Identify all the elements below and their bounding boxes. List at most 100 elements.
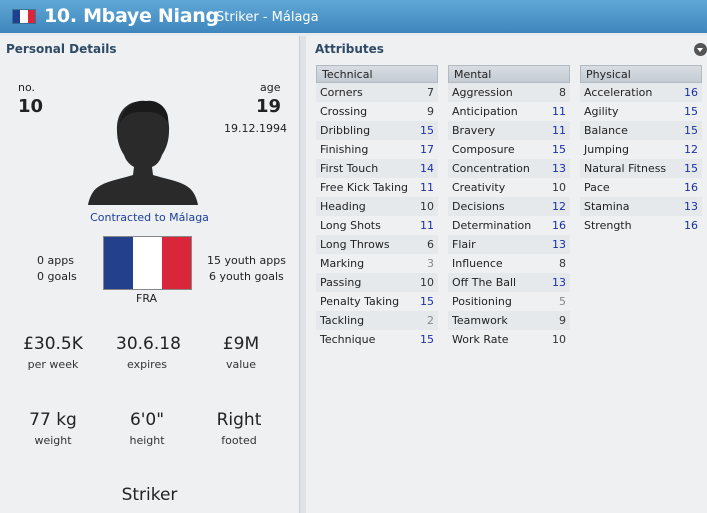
attribute-name: Positioning (452, 295, 512, 308)
squad-number-value: 10 (18, 96, 44, 117)
expires-value: 30.6.18 (116, 334, 181, 354)
attribute-row-positioning[interactable]: Positioning 5 (448, 292, 570, 311)
technical-column: Technical Corners 7 Crossing 9 Dribbling 15 Fi… (316, 65, 438, 349)
attribute-name: Decisions (452, 200, 505, 213)
attributes-title: Attributes (315, 42, 384, 56)
value-stat: £9M value (210, 334, 272, 371)
attribute-row-long-throws[interactable]: Long Throws 6 (316, 235, 438, 254)
attribute-name: Heading (320, 200, 366, 213)
attribute-name: First Touch (320, 162, 379, 175)
nationality-flag[interactable] (104, 237, 191, 289)
attribute-row-penalty-taking[interactable]: Penalty Taking 15 (316, 292, 438, 311)
attribute-value: 8 (559, 86, 566, 99)
attribute-row-technique[interactable]: Technique 15 (316, 330, 438, 349)
attribute-row-anticipation[interactable]: Anticipation 11 (448, 102, 570, 121)
attribute-row-work-rate[interactable]: Work Rate 10 (448, 330, 570, 349)
attribute-value: 15 (420, 295, 434, 308)
value-label: value (225, 358, 257, 371)
attribute-name: Finishing (320, 143, 369, 156)
attribute-row-stamina[interactable]: Stamina 13 (580, 197, 702, 216)
technical-list: Corners 7 Crossing 9 Dribbling 15 Finishing 17 F… (316, 83, 438, 349)
attribute-row-influence[interactable]: Influence 8 (448, 254, 570, 273)
attribute-row-teamwork[interactable]: Teamwork 9 (448, 311, 570, 330)
attribute-row-concentration[interactable]: Concentration 13 (448, 159, 570, 178)
attribute-name: Technique (320, 333, 376, 346)
attribute-row-composure[interactable]: Composure 15 (448, 140, 570, 159)
attribute-row-agility[interactable]: Agility 15 (580, 102, 702, 121)
attribute-value: 2 (427, 314, 434, 327)
attribute-value: 15 (420, 124, 434, 137)
physical-header[interactable]: Physical (580, 65, 702, 83)
attribute-value: 11 (552, 105, 566, 118)
collapse-chevron-icon[interactable] (694, 43, 707, 56)
physical-column: Physical Acceleration 16 Agility 15 Balance 1… (580, 65, 702, 235)
attribute-row-dribbling[interactable]: Dribbling 15 (316, 121, 438, 140)
attribute-row-crossing[interactable]: Crossing 9 (316, 102, 438, 121)
attribute-row-balance[interactable]: Balance 15 (580, 121, 702, 140)
technical-header[interactable]: Technical (316, 65, 438, 83)
player-silhouette-icon (88, 100, 198, 205)
attribute-value: 16 (684, 219, 698, 232)
attribute-name: Marking (320, 257, 365, 270)
attribute-row-aggression[interactable]: Aggression 8 (448, 83, 570, 102)
wage-stat: £30.5K per week (22, 334, 84, 371)
attribute-row-bravery[interactable]: Bravery 11 (448, 121, 570, 140)
footed-label: footed (221, 434, 257, 447)
attribute-value: 9 (427, 105, 434, 118)
attribute-name: Long Throws (320, 238, 390, 251)
player-subtitle[interactable]: Striker - Málaga (216, 10, 319, 25)
height-label: height (129, 434, 165, 447)
attribute-value: 10 (552, 181, 566, 194)
weight-label: weight (34, 434, 72, 447)
flag-stripe (27, 10, 35, 23)
attribute-value: 13 (552, 276, 566, 289)
attribute-value: 9 (559, 314, 566, 327)
attribute-value: 13 (552, 162, 566, 175)
attribute-row-long-shots[interactable]: Long Shots 11 (316, 216, 438, 235)
attribute-name: Bravery (452, 124, 496, 137)
attribute-row-tackling[interactable]: Tackling 2 (316, 311, 438, 330)
flag-stripe (133, 237, 162, 289)
height-value: 6'0" (129, 410, 165, 430)
attribute-row-heading[interactable]: Heading 10 (316, 197, 438, 216)
mental-header[interactable]: Mental (448, 65, 570, 83)
expires-label: expires (127, 358, 167, 371)
apps-count: 0 apps (37, 254, 74, 267)
weight-value: 77 kg (29, 410, 77, 430)
wage-label: per week (27, 358, 79, 371)
attribute-row-corners[interactable]: Corners 7 (316, 83, 438, 102)
flag-stripe (20, 10, 28, 23)
attribute-row-first-touch[interactable]: First Touch 14 (316, 159, 438, 178)
attribute-row-finishing[interactable]: Finishing 17 (316, 140, 438, 159)
attribute-row-flair[interactable]: Flair 13 (448, 235, 570, 254)
flag-stripe (104, 237, 133, 289)
attribute-name: Acceleration (584, 86, 653, 99)
attribute-value: 12 (552, 200, 566, 213)
attribute-row-creativity[interactable]: Creativity 10 (448, 178, 570, 197)
attribute-name: Tackling (320, 314, 365, 327)
attribute-row-determination[interactable]: Determination 16 (448, 216, 570, 235)
attribute-value: 17 (420, 143, 434, 156)
attribute-value: 13 (552, 238, 566, 251)
attribute-value: 15 (684, 162, 698, 175)
attribute-name: Dribbling (320, 124, 371, 137)
attribute-row-strength[interactable]: Strength 16 (580, 216, 702, 235)
contract-club-link[interactable]: Contracted to Málaga (0, 211, 299, 224)
attribute-row-passing[interactable]: Passing 10 (316, 273, 438, 292)
player-header: 10. Mbaye Niang Striker - Málaga (0, 0, 707, 33)
age-value: 19 (256, 96, 282, 117)
attribute-row-acceleration[interactable]: Acceleration 16 (580, 83, 702, 102)
attribute-row-marking[interactable]: Marking 3 (316, 254, 438, 273)
attribute-row-free-kick-taking[interactable]: Free Kick Taking 11 (316, 178, 438, 197)
attribute-row-pace[interactable]: Pace 16 (580, 178, 702, 197)
attribute-value: 5 (559, 295, 566, 308)
attribute-name: Off The Ball (452, 276, 517, 289)
attribute-row-jumping[interactable]: Jumping 12 (580, 140, 702, 159)
mental-column: Mental Aggression 8 Anticipation 11 Bravery 1… (448, 65, 570, 349)
attribute-row-off-the-ball[interactable]: Off The Ball 13 (448, 273, 570, 292)
attribute-row-natural-fitness[interactable]: Natural Fitness 15 (580, 159, 702, 178)
attribute-value: 10 (420, 276, 434, 289)
flag-stripe (13, 10, 21, 23)
attribute-row-decisions[interactable]: Decisions 12 (448, 197, 570, 216)
attribute-value: 16 (552, 219, 566, 232)
